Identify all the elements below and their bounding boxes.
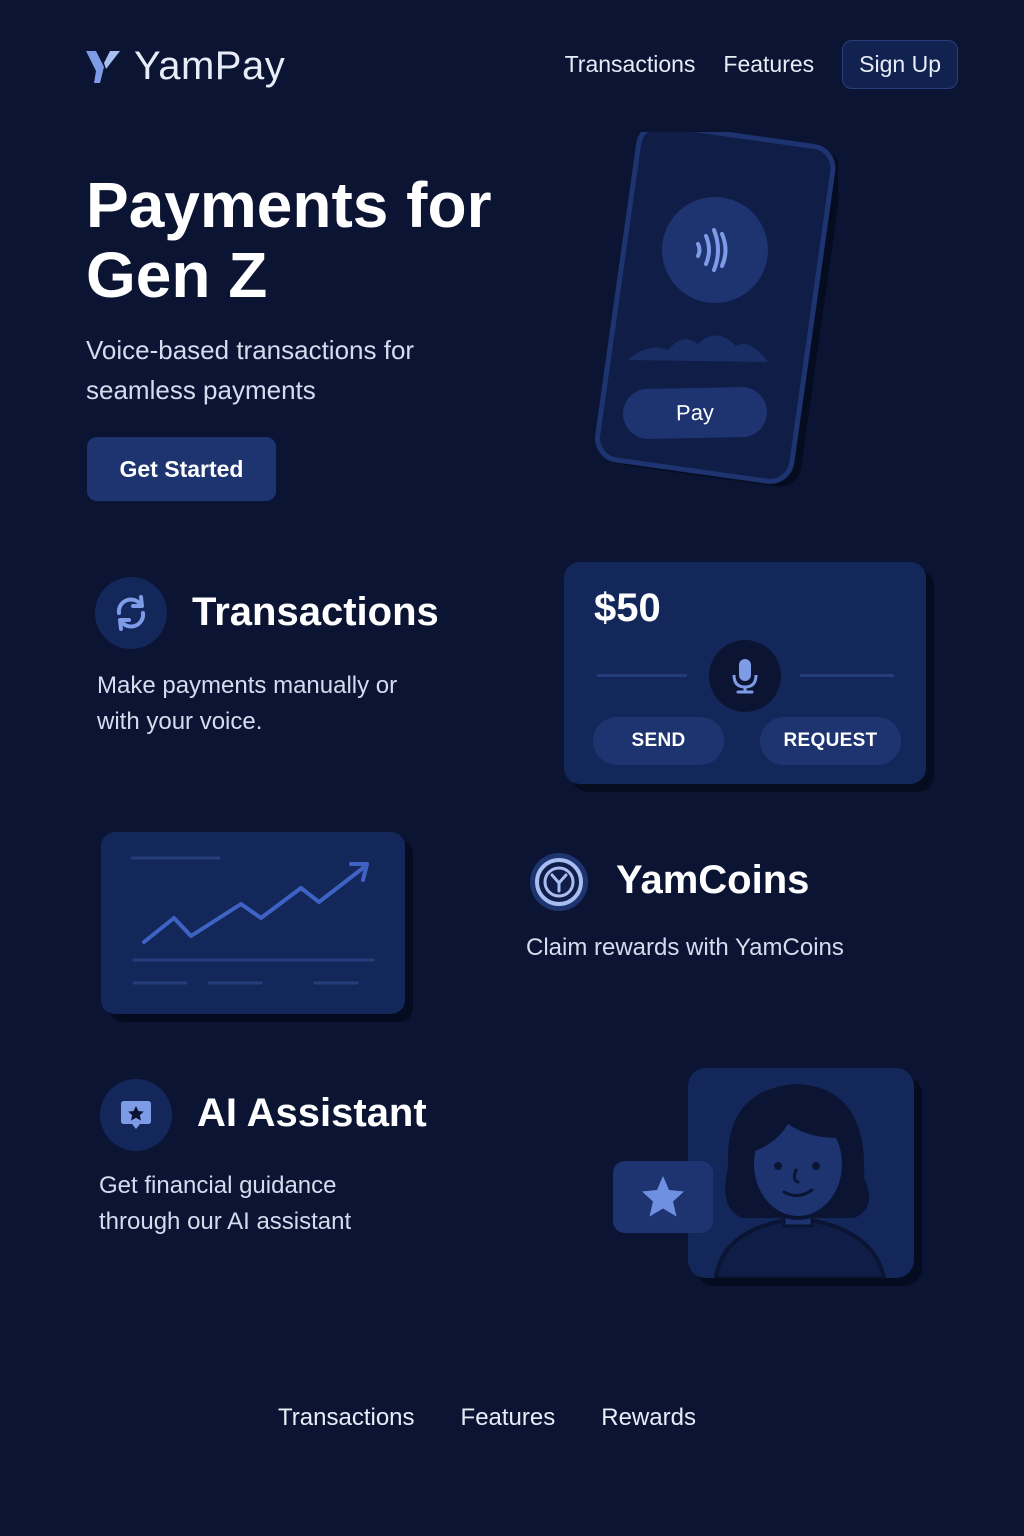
yamcoin-badge xyxy=(528,851,590,913)
sound-wave-icon xyxy=(662,197,768,303)
growth-chart-illustration xyxy=(130,856,375,985)
phone-illustration xyxy=(595,132,838,487)
hero-title: Payments for Gen Z xyxy=(86,169,492,311)
transaction-card: $50 SEND REQUEST xyxy=(564,562,926,784)
hero-subtitle: Voice-based transactions for seamless pa… xyxy=(86,335,415,405)
rating-bubble xyxy=(613,1161,713,1233)
divider-left xyxy=(597,674,687,677)
brand-name: YamPay xyxy=(134,44,286,88)
yamcoins-description: Claim rewards with YamCoins xyxy=(526,934,844,961)
phone-pay-button[interactable]: Pay xyxy=(622,386,768,440)
yamcoin-icon xyxy=(530,853,588,911)
request-button[interactable]: REQUEST xyxy=(760,717,901,765)
signup-button[interactable]: Sign Up xyxy=(842,40,958,89)
transactions-icon-circle xyxy=(95,577,167,649)
transaction-amount: $50 xyxy=(594,586,661,630)
footer-features[interactable]: Features xyxy=(461,1404,556,1432)
transactions-title: Transactions xyxy=(192,590,439,634)
get-started-button[interactable]: Get Started xyxy=(87,437,276,501)
page: YamPay Transactions Features Sign Up Pay… xyxy=(0,0,1024,1536)
footer-transactions[interactable]: Transactions xyxy=(278,1404,415,1432)
top-nav: Transactions Features Sign Up xyxy=(565,40,958,89)
footer-nav: Transactions Features Rewards xyxy=(0,1404,1024,1432)
microphone-button[interactable] xyxy=(709,640,781,712)
microphone-icon xyxy=(732,659,758,694)
growth-chart-card xyxy=(101,832,405,1014)
refresh-icon xyxy=(116,595,146,631)
person-avatar-icon xyxy=(713,1084,887,1278)
yamcoins-title: YamCoins xyxy=(616,858,810,902)
send-button[interactable]: SEND xyxy=(593,717,724,765)
ai-assistant-icon-circle xyxy=(100,1079,172,1151)
transactions-description: Make payments manually or with your voic… xyxy=(97,672,398,735)
star-chat-icon xyxy=(121,1101,151,1129)
brand-logo[interactable]: YamPay xyxy=(84,44,285,89)
nav-transactions[interactable]: Transactions xyxy=(565,51,696,78)
ai-assistant-title: AI Assistant xyxy=(197,1091,427,1135)
divider-right xyxy=(800,674,894,677)
footer-rewards[interactable]: Rewards xyxy=(601,1404,696,1432)
assistant-avatar-card xyxy=(688,1068,914,1278)
yampay-logo-icon xyxy=(86,50,120,83)
nav-features[interactable]: Features xyxy=(723,51,814,78)
ai-assistant-description: Get financial guidance through our AI as… xyxy=(99,1172,352,1235)
star-icon xyxy=(642,1176,684,1217)
